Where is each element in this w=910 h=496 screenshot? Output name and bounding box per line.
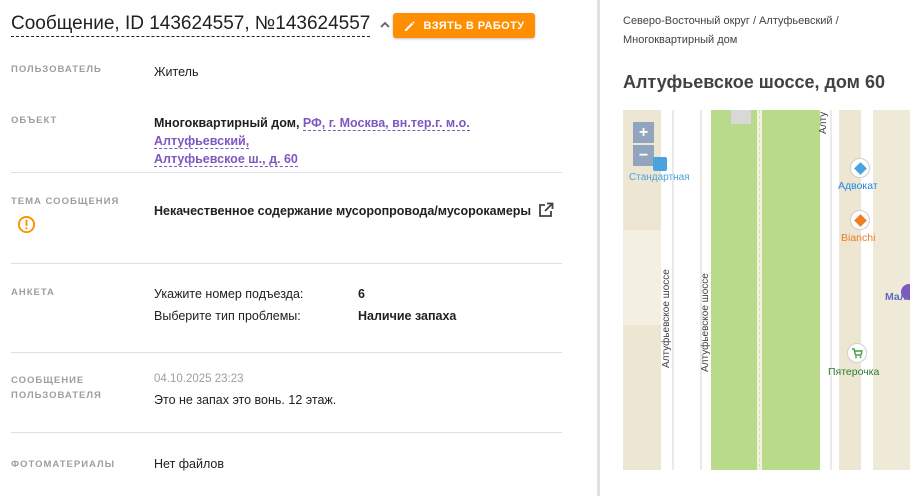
field-topic: ТЕМА СООБЩЕНИЯ Некачественное содержание…	[11, 173, 562, 264]
field-user-value: Житель	[154, 65, 199, 79]
field-topic-label: ТЕМА СООБЩЕНИЯ	[11, 196, 120, 207]
survey-answer: 6	[358, 287, 365, 301]
field-object-label: ОБЪЕКТ	[11, 115, 58, 126]
cart-poi-icon[interactable]	[847, 343, 867, 363]
field-survey-label: АНКЕТА	[11, 287, 55, 298]
message-date: 04.10.2025 23:23	[154, 373, 244, 385]
poi-label-advokat: Адвокат	[838, 180, 878, 192]
shop-poi-icon[interactable]	[850, 210, 870, 230]
field-survey: АНКЕТА Укажите номер подъезда: 6 Выберит…	[11, 264, 562, 353]
message-panel: Сообщение, ID 143624557, №143624557 ВЗЯТ…	[0, 0, 598, 496]
field-user-message-label-1: СООБЩЕНИЕ	[11, 375, 85, 386]
survey-question: Выберите тип проблемы:	[154, 309, 301, 323]
field-photos: ФОТОМАТЕРИАЛЫ Нет файлов	[11, 433, 562, 483]
field-user-message-label-2: ПОЛЬЗОВАТЕЛЯ	[11, 390, 102, 401]
take-to-work-label: ВЗЯТЬ В РАБОТУ	[423, 19, 525, 32]
poi-label-standard: Стандартная	[629, 172, 690, 183]
field-user-message: СООБЩЕНИЕ ПОЛЬЗОВАТЕЛЯ 04.10.2025 23:23 …	[11, 353, 562, 433]
field-user: ПОЛЬЗОВАТЕЛЬ Житель	[11, 62, 562, 92]
object-type: Многоквартирный дом,	[154, 116, 300, 130]
pencil-icon	[404, 20, 415, 31]
cart-icon	[852, 348, 863, 359]
poi-label-partial: Мал	[885, 291, 907, 303]
location-panel: Северо-Восточный округ / Алтуфьевский / …	[600, 0, 910, 496]
field-topic-value: Некачественное содержание мусоропровода/…	[154, 204, 532, 218]
breadcrumb-line-2: Многоквартирный дом	[623, 34, 738, 46]
poi-label-bianchi: Bianchi	[841, 232, 876, 244]
take-to-work-button[interactable]: ВЗЯТЬ В РАБОТУ	[393, 13, 535, 38]
poi-label-pyaterochka: Пятерочка	[828, 366, 880, 378]
zoom-out-button[interactable]: −	[633, 145, 654, 166]
lawyer-poi-icon[interactable]	[850, 158, 870, 178]
message-text: Это не запах это вонь. 12 этаж.	[154, 393, 337, 407]
road-label-right: Алтуфьевское шоссе	[700, 273, 711, 372]
object-address-link-2[interactable]: Алтуфьевское ш., д. 60	[154, 152, 298, 167]
open-in-new-icon[interactable]	[537, 201, 555, 219]
field-object-value: Многоквартирный дом, РФ, г. Москва, вн.т…	[154, 114, 554, 168]
transport-icon[interactable]	[653, 157, 667, 171]
survey-answer: Наличие запаха	[358, 309, 457, 323]
chevron-up-icon[interactable]	[378, 18, 392, 32]
road-label-top: Алту	[818, 111, 829, 134]
map[interactable]: + − Алтуфьевское шоссе Алтуфьевское шосс…	[623, 110, 910, 470]
breadcrumb: Северо-Восточный округ / Алтуфьевский / …	[623, 12, 893, 50]
zoom-in-button[interactable]: +	[633, 122, 654, 143]
field-photos-label: ФОТОМАТЕРИАЛЫ	[11, 459, 116, 470]
field-photos-value: Нет файлов	[154, 457, 225, 471]
message-title[interactable]: Сообщение, ID 143624557, №143624557	[11, 12, 371, 37]
survey-question: Укажите номер подъезда:	[154, 287, 304, 301]
field-object: ОБЪЕКТ Многоквартирный дом, РФ, г. Москв…	[11, 108, 562, 173]
message-header: Сообщение, ID 143624557, №143624557	[11, 12, 392, 37]
breadcrumb-line-1: Северо-Восточный округ / Алтуфьевский /	[623, 15, 839, 27]
warning-circle-icon	[17, 215, 36, 234]
address-title: Алтуфьевское шоссе, дом 60	[623, 72, 886, 92]
field-user-label: ПОЛЬЗОВАТЕЛЬ	[11, 64, 102, 75]
road-label-left: Алтуфьевское шоссе	[661, 269, 672, 368]
